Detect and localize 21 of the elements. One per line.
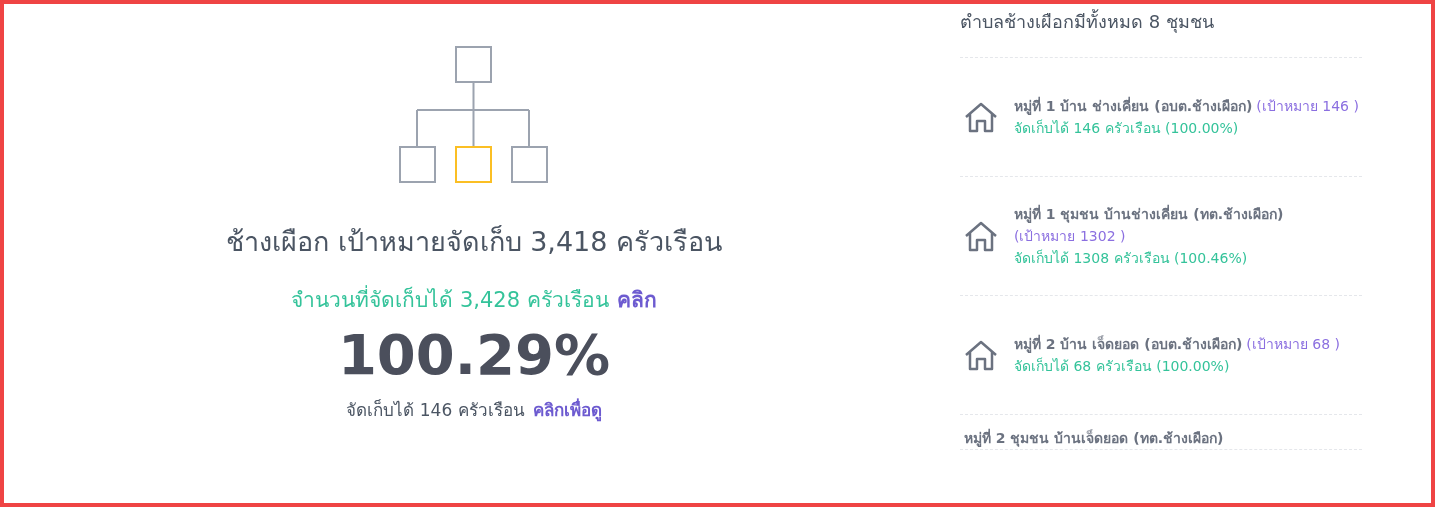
collected-count: จัดเก็บได้ 1308 ครัวเรือน (100.46%)	[1014, 248, 1249, 268]
percent-value: 100.29%	[337, 321, 611, 389]
collected-summary: จัดเก็บได้ 146 ครัวเรือน	[346, 398, 525, 422]
summary-title: ช้างเผือก เป้าหมายจัดเก็บ 3,418 ครัวเรือน	[225, 224, 722, 259]
target-count: (เป้าหมาย 146 )	[1256, 98, 1359, 114]
house-icon	[964, 101, 998, 133]
community-name: หมู่ที่ 2 ชุมชน บ้านเจ็ดยอด (ทต.ช้างเผือก)	[964, 430, 1224, 446]
house-icon	[964, 339, 998, 371]
hierarchy-icon	[398, 46, 550, 184]
community-name: หมู่ที่ 1 บ้าน ช่างเคี่ยน (อบต.ช้างเผือก)	[1014, 98, 1253, 114]
collected-count: จัดเก็บได้ 146 ครัวเรือน (100.00%)	[1014, 118, 1240, 138]
community-name: หมู่ที่ 2 บ้าน เจ็ดยอด (อบต.ช้างเผือก)	[1014, 336, 1243, 352]
communities-heading: ตำบลช้างเผือกมีทั้งหมด 8 ชุมชน	[960, 4, 1362, 58]
target-count: (เป้าหมาย 68 )	[1246, 336, 1340, 352]
house-icon	[964, 220, 998, 252]
click-link[interactable]: คลิก	[616, 284, 657, 316]
community-name: หมู่ที่ 1 ชุมชน บ้านช่างเคี่ยน (ทต.ช้างเผือก)	[1014, 206, 1284, 222]
target-count: (เป้าหมาย 1302 )	[1014, 228, 1126, 244]
collected-count: จัดเก็บได้ 68 ครัวเรือน (100.00%)	[1014, 356, 1231, 376]
collected-count: จำนวนที่จัดเก็บได้ 3,428 ครัวเรือน	[291, 284, 609, 314]
view-link[interactable]: คลิกเพื่อดู	[532, 398, 602, 424]
